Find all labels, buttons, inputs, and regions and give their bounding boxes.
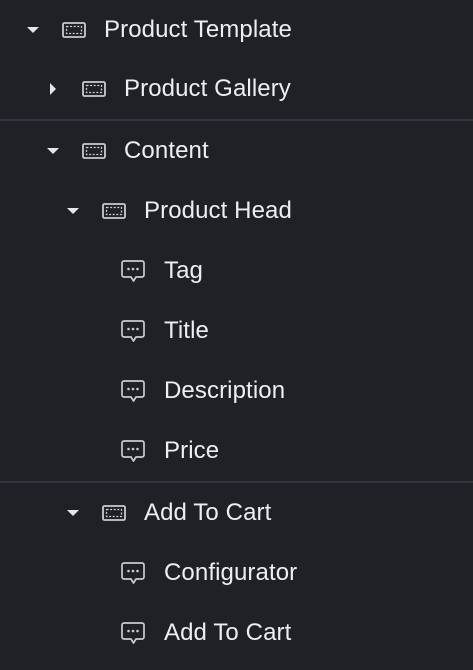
text-widget-icon (121, 440, 145, 462)
tree-item-title[interactable]: Title (0, 301, 473, 361)
tree-item-label: Description (164, 377, 286, 404)
text-widget-icon (121, 260, 145, 282)
caret-down-icon[interactable] (25, 22, 41, 38)
tree-item-content[interactable]: Content (0, 121, 473, 181)
container-icon (102, 505, 126, 521)
tree-item-description[interactable]: Description (0, 361, 473, 421)
tree-item-label: Product Gallery (124, 75, 291, 102)
tree-item-add-to-cart-widget[interactable]: Add To Cart (0, 603, 473, 663)
tree-item-label: Add To Cart (164, 619, 292, 646)
tree-item-label: Product Head (144, 197, 292, 224)
tree-item-product-template[interactable]: Product Template (0, 0, 473, 60)
tree-item-product-head[interactable]: Product Head (0, 181, 473, 241)
tree-item-label: Title (164, 317, 209, 344)
tree-item-label: Add To Cart (144, 499, 272, 526)
container-icon (82, 81, 106, 97)
caret-down-icon[interactable] (65, 505, 81, 521)
container-icon (82, 143, 106, 159)
tree-item-price[interactable]: Price (0, 421, 473, 481)
tree-item-label: Tag (164, 257, 203, 284)
navigator-tree: Product Template Product Gallery Content (0, 0, 473, 670)
text-widget-icon (121, 562, 145, 584)
container-icon (102, 203, 126, 219)
tree-item-label: Price (164, 437, 220, 464)
caret-down-icon[interactable] (65, 203, 81, 219)
tree-item-configurator[interactable]: Configurator (0, 543, 473, 603)
caret-right-icon[interactable] (45, 81, 61, 97)
tree-item-product-gallery[interactable]: Product Gallery (0, 59, 473, 119)
tree-item-add-to-cart-container[interactable]: Add To Cart (0, 483, 473, 543)
tree-item-label: Content (124, 137, 209, 164)
tree-item-tag[interactable]: Tag (0, 241, 473, 301)
text-widget-icon (121, 320, 145, 342)
tree-item-label: Configurator (164, 559, 298, 586)
container-icon (62, 22, 86, 38)
tree-item-label: Product Template (104, 16, 292, 43)
caret-down-icon[interactable] (45, 143, 61, 159)
text-widget-icon (121, 622, 145, 644)
text-widget-icon (121, 380, 145, 402)
